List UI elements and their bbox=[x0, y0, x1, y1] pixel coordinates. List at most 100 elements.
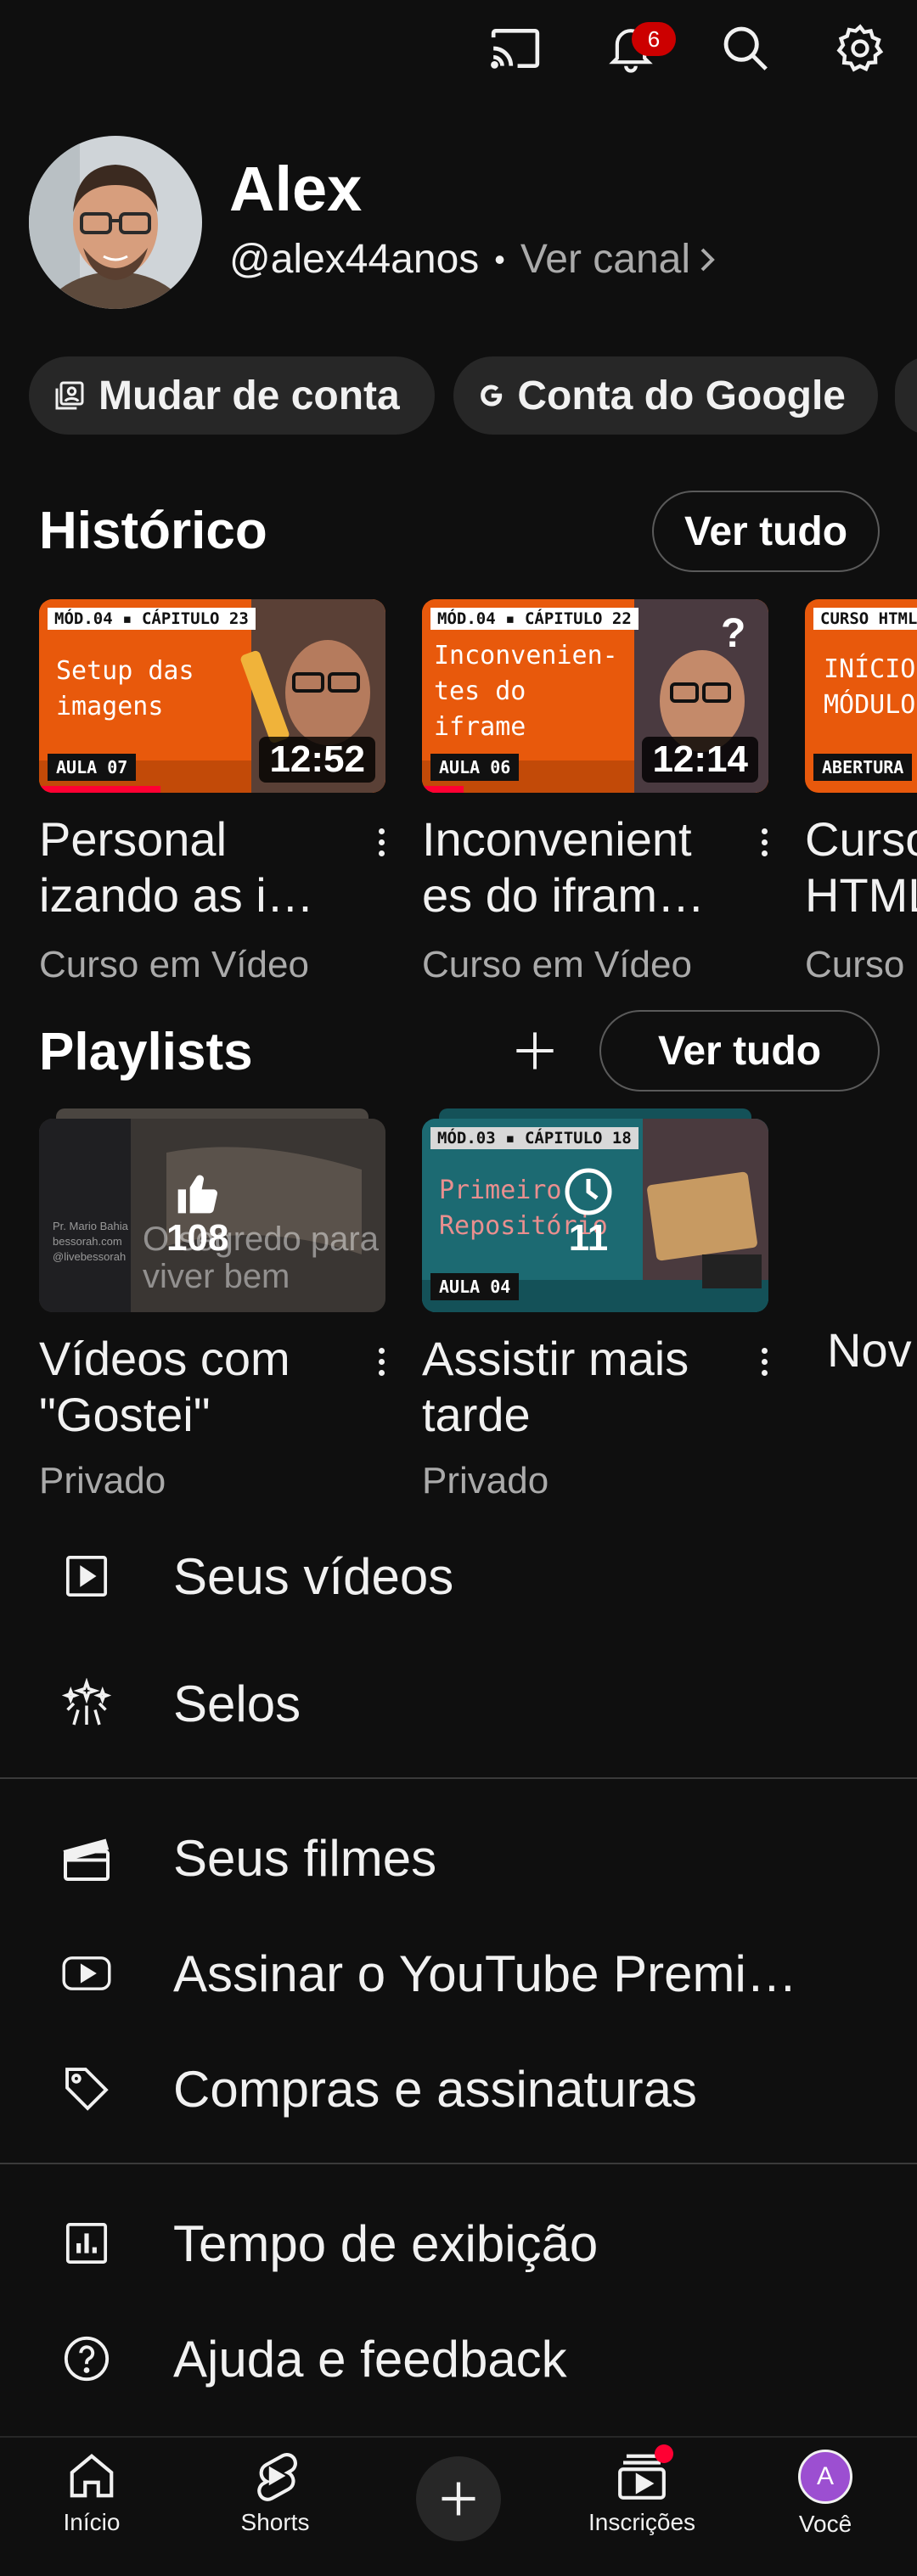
thumbnail-headline-line2: imagens bbox=[56, 692, 164, 721]
add-playlist-plus-icon[interactable] bbox=[508, 1024, 562, 1078]
watch-progress-bar bbox=[39, 786, 160, 793]
thumbnail-module-tag: MÓD.04 ▪ CÁPITULO 23 bbox=[48, 608, 256, 630]
menu-watch-time[interactable]: Tempo de exibição bbox=[0, 2188, 917, 2298]
channel-handle-row[interactable]: @alex44anos • Ver canal bbox=[229, 236, 716, 283]
settings-gear-icon[interactable] bbox=[830, 19, 890, 78]
menu-label: Ajuda e feedback bbox=[173, 2330, 567, 2388]
more-chip-partial[interactable] bbox=[895, 356, 917, 435]
history-video-title[interactable]: Curso HTML bbox=[805, 811, 917, 923]
nav-home[interactable]: Início bbox=[15, 2450, 168, 2536]
thumbnail-headline-line1: Primeiro bbox=[439, 1176, 562, 1205]
menu-help-feedback[interactable]: Ajuda e feedback bbox=[0, 2304, 917, 2414]
create-button[interactable] bbox=[416, 2456, 501, 2541]
nav-label: Shorts bbox=[240, 2509, 310, 2535]
menu-your-videos[interactable]: Seus vídeos bbox=[0, 1521, 917, 1631]
title-line-1: Curso bbox=[805, 812, 917, 866]
playlists-see-all-button[interactable]: Ver tudo bbox=[599, 1010, 880, 1092]
price-tag-icon bbox=[59, 2062, 114, 2116]
view-channel-label: Ver canal bbox=[520, 237, 691, 282]
more-options-icon[interactable] bbox=[751, 1336, 777, 1387]
playlist-privacy: Privado bbox=[39, 1460, 166, 1501]
playlist-thumbnail[interactable]: MÓD.03 ▪ CÁPITULO 18 Primeiro Repositóri… bbox=[422, 1119, 768, 1312]
history-video-thumbnail[interactable]: ? MÓD.04 ▪ CÁPITULO 22 Inconvenien- tes … bbox=[422, 599, 768, 793]
history-video-title[interactable]: Inconvenient es do ifram… bbox=[422, 811, 728, 923]
nav-label: Inscrições bbox=[588, 2509, 696, 2535]
menu-purchases[interactable]: Compras e assinaturas bbox=[0, 2034, 917, 2144]
title-line-2: "Gostei" bbox=[39, 1388, 211, 1441]
switch-account-icon bbox=[55, 381, 84, 410]
notifications-button[interactable]: 6 bbox=[601, 19, 676, 78]
top-app-bar: 6 bbox=[0, 0, 917, 102]
plus-icon bbox=[442, 2482, 475, 2516]
menu-label: Seus vídeos bbox=[173, 1547, 454, 1605]
history-see-all-button[interactable]: Ver tudo bbox=[652, 491, 880, 572]
thumbnail-side-text-2: bessorah.com bbox=[53, 1235, 122, 1248]
playlist-title[interactable]: Vídeos com "Gostei" bbox=[39, 1331, 345, 1443]
thumbnail-module-tag: MÓD.04 ▪ CÁPITULO 22 bbox=[430, 608, 639, 630]
thumbnail-side-text-3: @livebessorah bbox=[53, 1250, 127, 1263]
thumbnail-headline-line2: tes do bbox=[434, 676, 526, 706]
thumbnail-side-text-1: Pr. Mario Bahia bbox=[53, 1220, 128, 1232]
channel-handle: @alex44anos bbox=[229, 237, 480, 282]
menu-label: Selos bbox=[173, 1675, 301, 1732]
sparkles-badge-icon bbox=[59, 1676, 114, 1731]
new-playlist-label[interactable]: Nov bbox=[827, 1322, 917, 1378]
notification-badge: 6 bbox=[632, 22, 676, 56]
history-video-channel: Curso em Vídeo bbox=[39, 944, 309, 985]
video-duration: 12:52 bbox=[259, 737, 375, 783]
subscriptions-icon-wrap bbox=[616, 2444, 673, 2502]
chevron-right-icon bbox=[700, 248, 715, 271]
profile-avatar[interactable] bbox=[29, 136, 202, 309]
more-options-icon[interactable] bbox=[368, 1336, 394, 1387]
menu-badges[interactable]: Selos bbox=[0, 1648, 917, 1759]
nav-label: Você bbox=[798, 2511, 852, 2537]
playlist-thumbnail[interactable]: Pr. Mario Bahia bessorah.com @livebessor… bbox=[39, 1119, 385, 1312]
search-icon[interactable] bbox=[716, 19, 775, 78]
thumbnail-overlay-line2: viver bem bbox=[143, 1258, 290, 1295]
channel-name: Alex bbox=[229, 154, 363, 224]
menu-your-movies[interactable]: Seus filmes bbox=[0, 1803, 917, 1913]
history-video-title[interactable]: Personal izando as i… bbox=[39, 811, 345, 923]
cast-icon[interactable] bbox=[486, 19, 545, 78]
more-options-icon[interactable] bbox=[751, 817, 777, 867]
playlist-title[interactable]: Assistir mais tarde bbox=[422, 1331, 728, 1443]
switch-account-chip[interactable]: Mudar de conta bbox=[29, 356, 435, 435]
title-line-2: HTML bbox=[805, 868, 917, 922]
google-account-chip[interactable]: Conta do Google bbox=[453, 356, 878, 435]
view-channel-link[interactable]: Ver canal bbox=[520, 236, 716, 283]
separator-dot: • bbox=[494, 241, 505, 277]
help-circle-icon bbox=[59, 2332, 114, 2386]
play-box-icon bbox=[59, 1549, 114, 1603]
history-video-channel: Curso bbox=[805, 944, 905, 985]
thumbnail-headline-line1: Setup das bbox=[56, 656, 194, 686]
thumbnail-headline-line2: MÓDULO bbox=[824, 690, 916, 720]
title-line-2: izando as i… bbox=[39, 868, 314, 922]
thumbnail-lesson-tag: AULA 07 bbox=[48, 754, 137, 781]
watch-progress-bar bbox=[422, 786, 464, 793]
bar-chart-icon bbox=[59, 2216, 114, 2270]
video-duration: 12:14 bbox=[642, 737, 758, 783]
title-line-1: Vídeos com bbox=[39, 1332, 290, 1385]
menu-label: Compras e assinaturas bbox=[173, 2060, 697, 2118]
title-line-2: tarde bbox=[422, 1388, 531, 1441]
thumbs-up-icon bbox=[177, 1175, 217, 1214]
thumbnail-lesson-tag: AULA 06 bbox=[430, 754, 520, 781]
nav-you[interactable]: A Você bbox=[749, 2450, 902, 2538]
history-video-thumbnail[interactable]: CURSO HTML INÍCIO MÓDULO ABERTURA bbox=[805, 599, 917, 793]
nav-shorts[interactable]: Shorts bbox=[199, 2450, 352, 2536]
history-video-thumbnail[interactable]: MÓD.04 ▪ CÁPITULO 23 Setup das imagens A… bbox=[39, 599, 385, 793]
watch-later-clock-icon bbox=[565, 1168, 612, 1215]
playlist-count-overlay: 11 bbox=[563, 1166, 614, 1260]
title-line-1: Assistir mais bbox=[422, 1332, 689, 1385]
title-line-1: Inconvenient bbox=[422, 812, 692, 866]
menu-label: Seus filmes bbox=[173, 1829, 437, 1887]
thumbnail-headline-line1: INÍCIO bbox=[824, 654, 916, 684]
menu-youtube-premium[interactable]: Assinar o YouTube Premi… bbox=[0, 1918, 917, 2029]
playlist-video-count: 11 bbox=[568, 1217, 609, 1259]
clapperboard-icon bbox=[59, 1831, 114, 1885]
playlists-section-title: Playlists bbox=[39, 1023, 253, 1081]
more-options-icon[interactable] bbox=[368, 817, 394, 867]
google-account-label: Conta do Google bbox=[517, 373, 846, 418]
playlist-count-overlay: 108 bbox=[166, 1170, 228, 1260]
nav-subscriptions[interactable]: Inscrições bbox=[565, 2444, 718, 2536]
